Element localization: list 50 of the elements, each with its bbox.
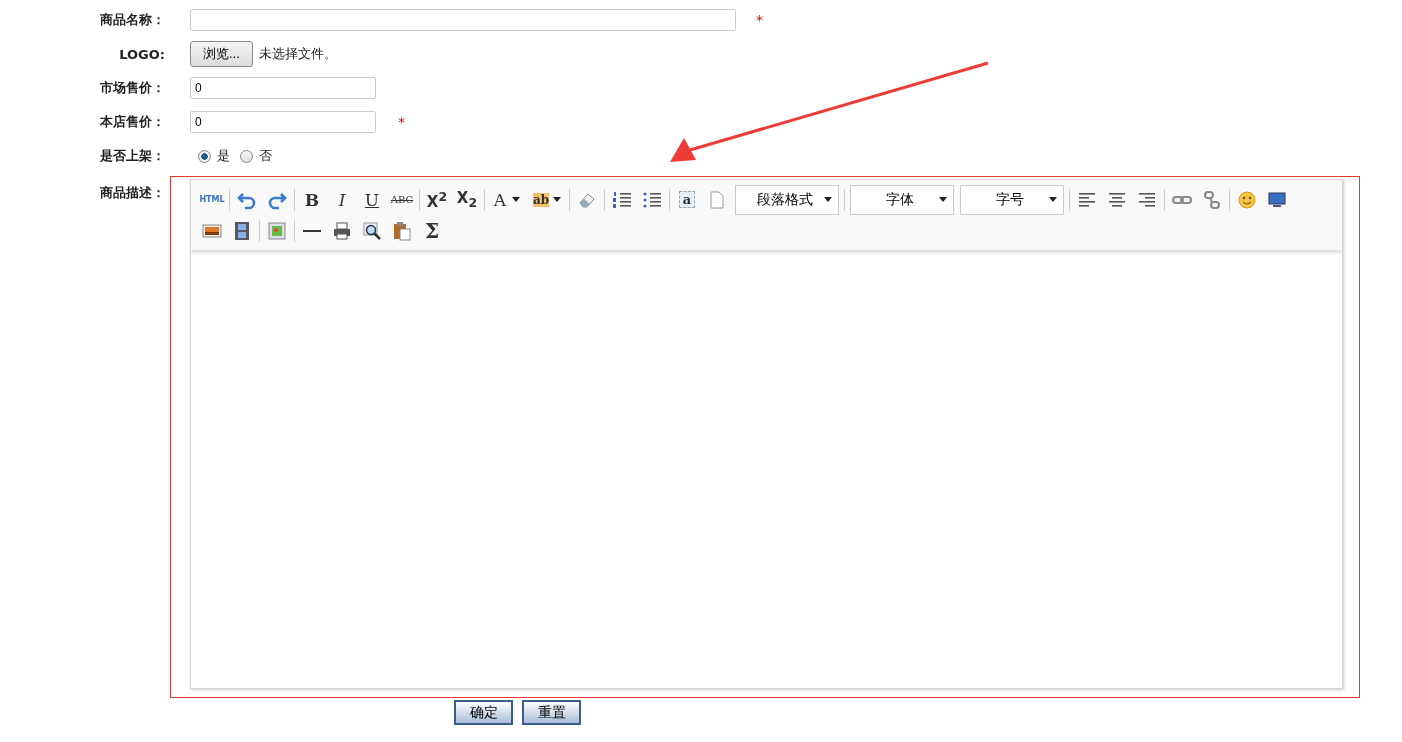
printer-icon [332,220,352,241]
underline-button[interactable]: U [357,185,387,214]
field-label: LOGO: [118,46,166,62]
field-label: 本店售价： [99,113,166,131]
italic-button[interactable]: I [327,185,357,214]
script-button[interactable]: X$^{2}$ [422,185,452,214]
bold-button[interactable]: B [297,185,327,214]
radio-button[interactable] [240,149,253,163]
form-button[interactable]: 重置 [522,700,581,725]
strikethrough-button[interactable]: ABC [387,185,417,214]
highlight-button[interactable]: ab [527,185,567,214]
html-source-button[interactable]: HTML [197,185,227,214]
rich-text-editor[interactable]: HTML B I U ABC X$^{2}$ X$_{2}$ A ab a 段落格式 字体 字号 Σ [190,179,1343,689]
input-field[interactable] [190,9,736,31]
font-color-button[interactable]: A [487,185,527,214]
caret-icon [553,197,562,202]
caret-icon [939,197,947,202]
file-status: 未选择文件。 [258,45,337,63]
clipboard-icon [392,220,412,241]
toolbar-dropdown[interactable]: 字体 [850,184,954,215]
toolbar-dropdown[interactable]: 字号 [960,184,1064,215]
radio-label: 否 [259,147,272,165]
browse-button[interactable]: 浏览... [190,41,253,67]
smiley-icon [1237,189,1257,210]
required-mark: * [756,12,763,28]
ordered-list-icon [612,189,632,210]
field-label: 商品描述： [99,184,166,202]
broken-link-icon [1202,189,1222,210]
field-label: 商品名称： [99,11,166,29]
formula-button[interactable]: Σ [417,216,447,245]
script-button[interactable]: X$_{2}$ [452,185,482,214]
caret-icon [1049,197,1057,202]
required-mark: * [398,114,405,130]
caret-icon [824,197,832,202]
magnifier-icon [362,220,382,241]
horizontal-line-icon [303,229,321,232]
field-label: 是否上架： [99,147,166,165]
radio-label: 是 [217,147,230,165]
film-strip-icon [232,220,252,241]
toolbar-dropdown[interactable]: 段落格式 [735,184,839,215]
caret-icon [512,197,521,202]
anchor-button[interactable]: a [672,185,702,214]
field-label: 市场售价： [99,79,166,97]
input-field[interactable]: 0 [190,111,376,133]
picture-frame-icon [267,220,287,241]
monitor-icon [1267,189,1287,210]
form-button[interactable]: 确定 [454,700,513,725]
input-field[interactable]: 0 [190,77,376,99]
page-icon [707,189,727,210]
radio-button[interactable] [198,149,211,163]
